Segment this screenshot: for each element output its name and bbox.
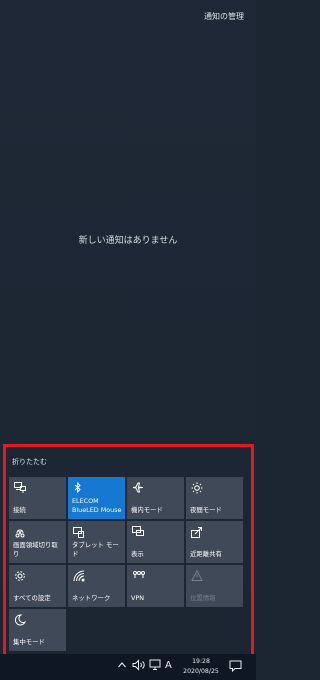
- quick-action-bluetooth[interactable]: ELECOM BlueLED Mouse: [68, 477, 125, 519]
- action-center-icon[interactable]: [229, 660, 242, 677]
- quick-action-tablet-mode[interactable]: タブレット モード: [68, 521, 125, 563]
- tile-label: 画面領域切り取り: [13, 541, 58, 558]
- tile-label: 集中モード: [13, 638, 45, 646]
- no-notifications-message: 新しい通知はありません: [78, 236, 178, 246]
- tablet-icon: [73, 526, 121, 538]
- bluetooth-icon: [73, 482, 121, 494]
- quick-action-focus-assist[interactable]: 集中モード: [9, 609, 66, 651]
- tile-label: すべての設定: [13, 594, 51, 602]
- quick-action-location[interactable]: 位置情報: [186, 565, 243, 607]
- tile-label: ネットワーク: [72, 594, 111, 602]
- quick-action-project[interactable]: 表示: [127, 521, 184, 563]
- gear-icon: [14, 570, 62, 582]
- quick-action-all-settings[interactable]: すべての設定: [9, 565, 66, 607]
- tile-label: 接続: [13, 506, 26, 514]
- quick-action-screen-snip[interactable]: 画面領域切り取り: [9, 521, 66, 563]
- quick-action-connect[interactable]: 接続: [9, 477, 66, 519]
- connect-icon: [14, 482, 62, 494]
- quick-action-vpn[interactable]: VPN: [127, 565, 184, 607]
- clock-time: 19:28: [192, 658, 210, 665]
- quick-action-airplane-mode[interactable]: 機内モード: [127, 477, 184, 519]
- action-center-panel: 通知の管理 新しい通知はありません 折りたたむ 接続 ELECOM BlueLE…: [0, 0, 256, 658]
- quick-action-night-light[interactable]: 夜間モード: [186, 477, 243, 519]
- tile-label: ELECOM BlueLED Mouse: [72, 497, 122, 514]
- manage-notifications-link[interactable]: 通知の管理: [204, 11, 244, 22]
- taskbar-clock[interactable]: 19:28 2020/08/25: [176, 657, 226, 677]
- project-icon: [132, 526, 180, 538]
- tile-label: 位置情報: [190, 594, 216, 602]
- share-icon: [191, 526, 239, 538]
- quick-action-nearby-sharing[interactable]: 近距離共有: [186, 521, 243, 563]
- network-status-icon[interactable]: [149, 659, 163, 676]
- clock-date: 2020/08/25: [183, 668, 219, 675]
- snip-icon: [14, 526, 62, 538]
- chevron-up-icon[interactable]: [117, 659, 127, 676]
- network-icon: [73, 570, 121, 582]
- ime-indicator[interactable]: A: [165, 659, 172, 673]
- quick-action-network[interactable]: ネットワーク: [68, 565, 125, 607]
- tile-label: 近距離共有: [190, 550, 222, 558]
- vpn-icon: [132, 570, 180, 582]
- tile-label: タブレット モード: [72, 541, 119, 558]
- tile-label: 夜間モード: [190, 506, 222, 514]
- collapse-quick-actions-link[interactable]: 折りたたむ: [12, 457, 47, 467]
- location-icon: [191, 570, 239, 582]
- tile-label: 表示: [131, 550, 144, 558]
- tile-label: 機内モード: [131, 506, 163, 514]
- taskbar: A 19:28 2020/08/25: [0, 654, 256, 680]
- quick-actions-grid: 接続 ELECOM BlueLED Mouse 機内モード 夜間モード 画面領域…: [9, 477, 246, 651]
- tile-label: VPN: [131, 594, 145, 602]
- brightness-icon: [191, 482, 239, 494]
- moon-icon: [14, 614, 62, 626]
- volume-icon[interactable]: [132, 659, 146, 676]
- airplane-icon: [132, 482, 180, 494]
